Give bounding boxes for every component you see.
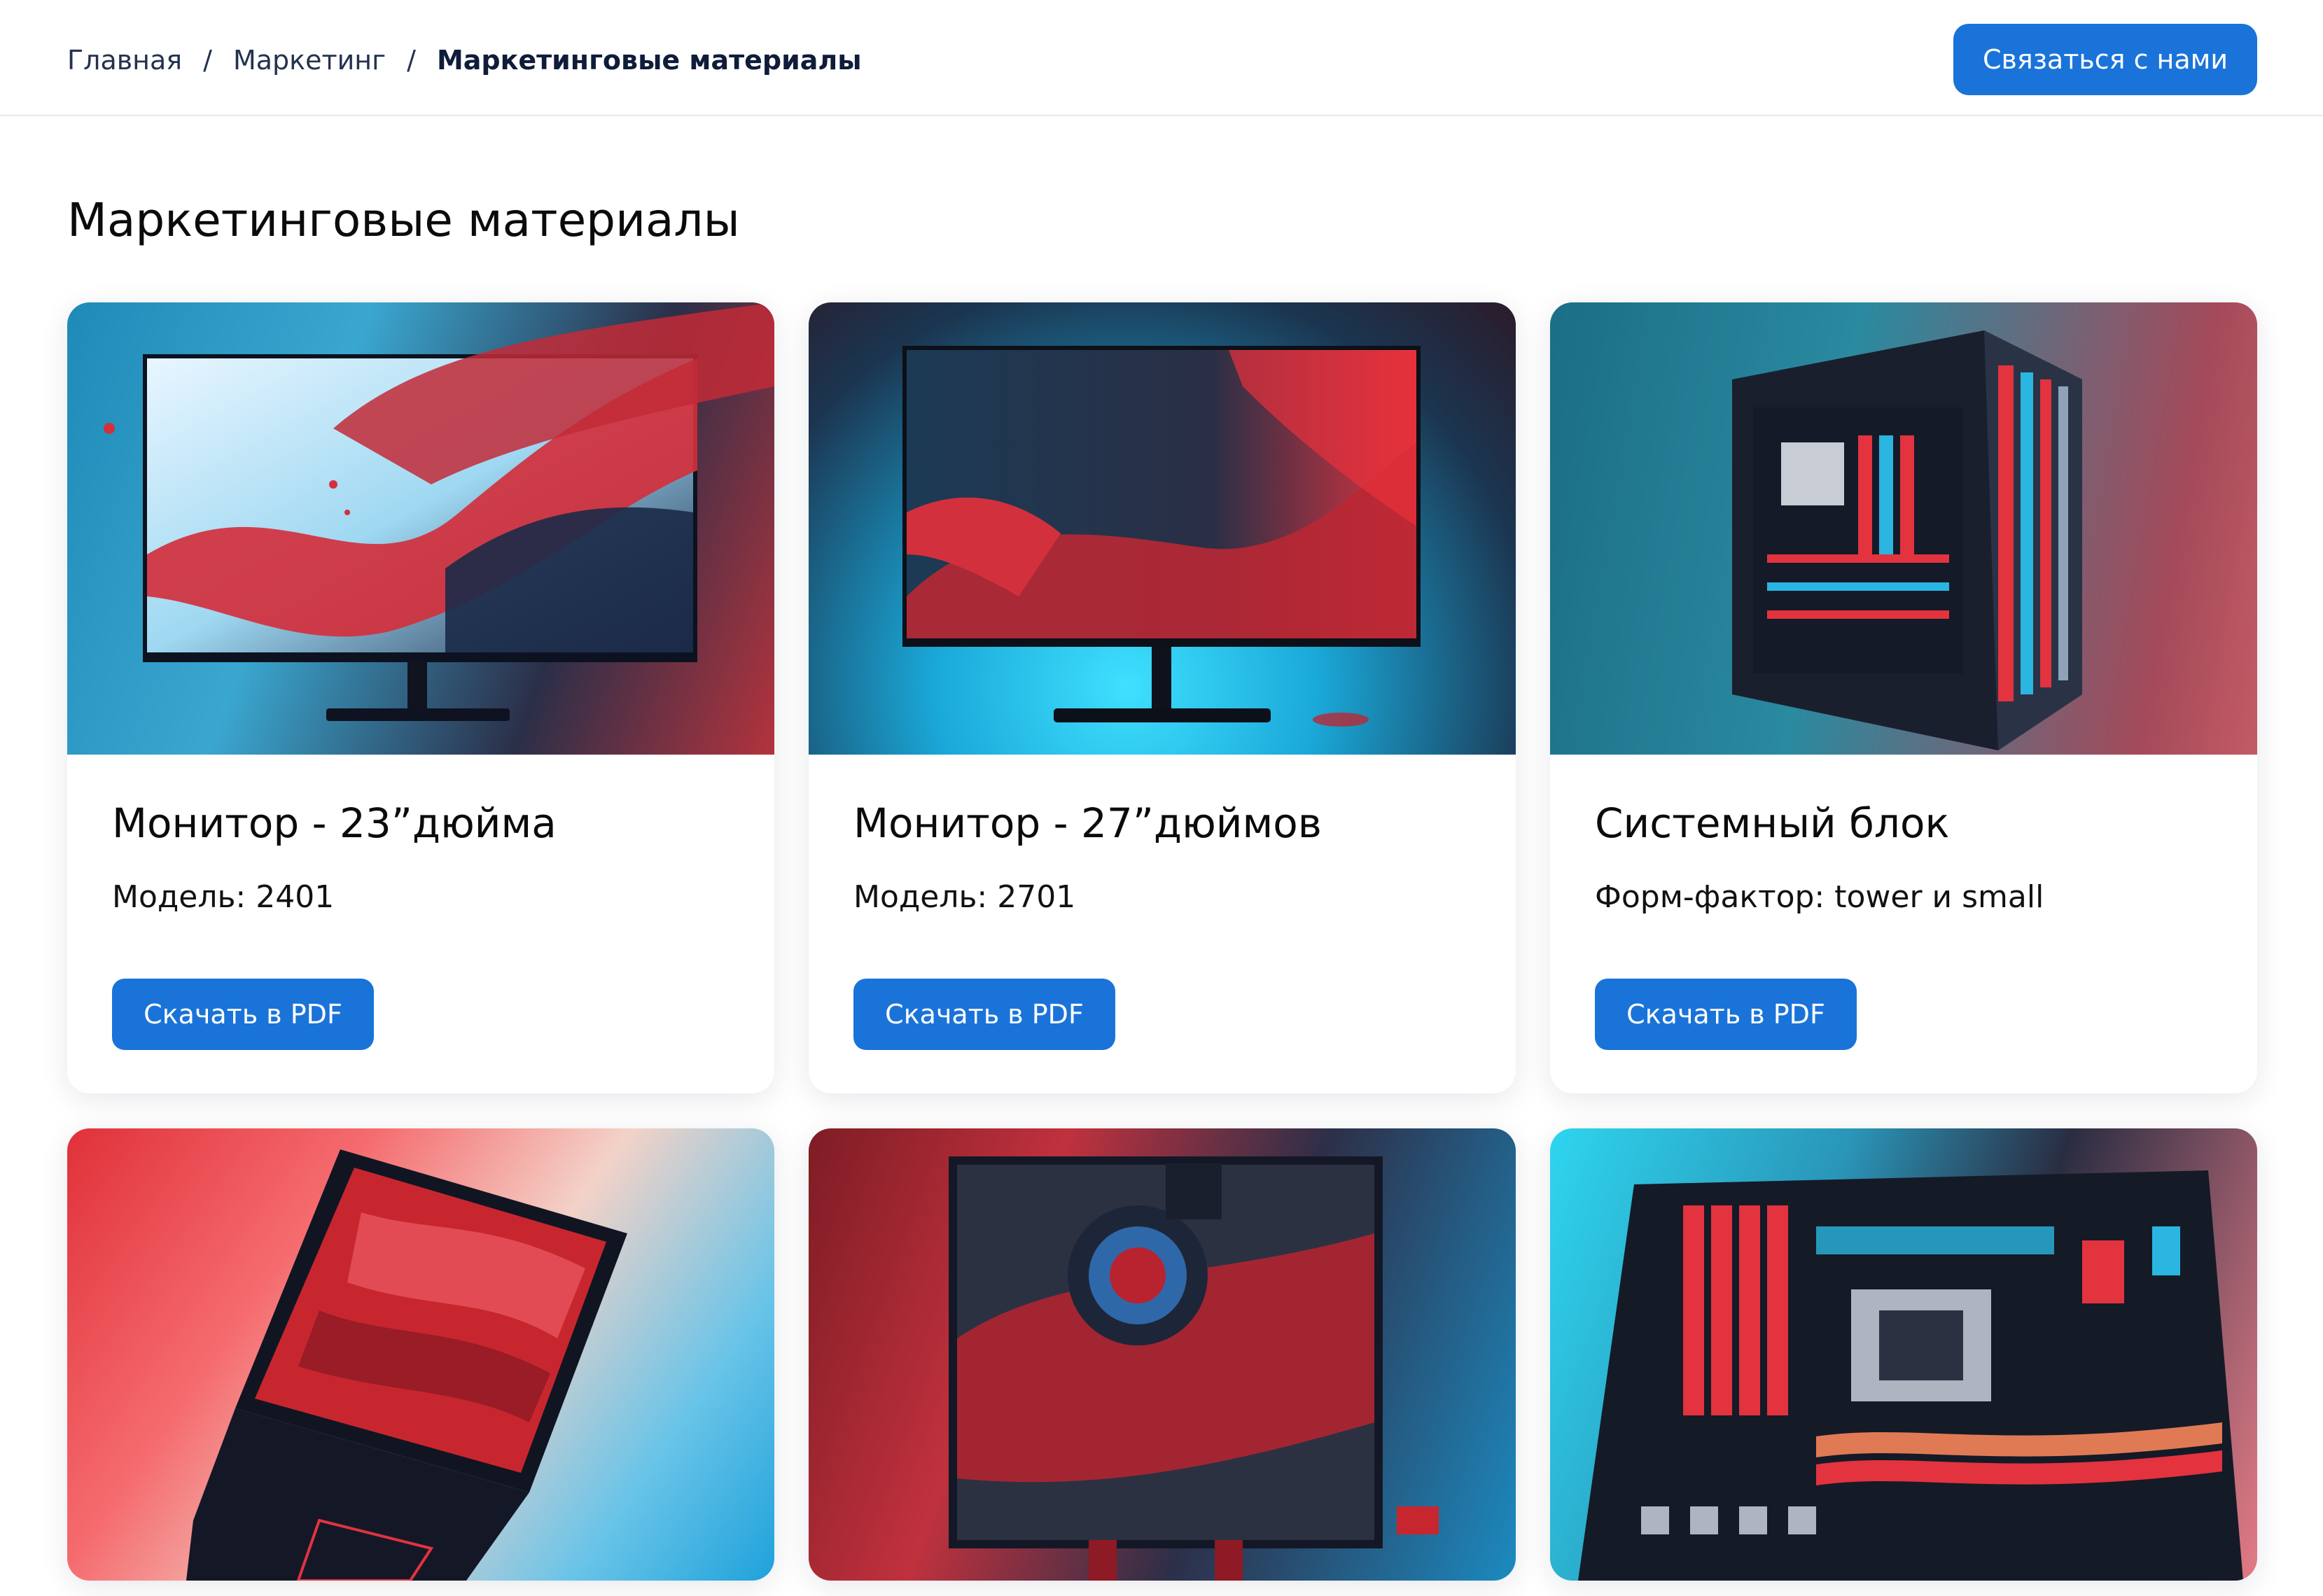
breadcrumb-marketing[interactable]: Маркетинг — [233, 45, 386, 76]
monitor-image — [809, 1128, 1516, 1581]
laptop-illustration — [186, 1149, 627, 1581]
download-pdf-button[interactable]: Скачать в PDF — [112, 979, 374, 1050]
product-card — [1550, 1128, 2257, 1581]
laptop-image — [67, 1128, 774, 1581]
product-card: Системный блок Форм-фактор: tower и smal… — [1550, 302, 2257, 1093]
monitor-23-image — [67, 302, 774, 755]
product-card: Монитор - 27”дюймов Модель: 2701 Скачать… — [809, 302, 1516, 1093]
card-subtitle: Модель: 2401 — [112, 879, 335, 915]
page-title: Маркетинговые материалы — [67, 193, 740, 247]
breadcrumb-separator: / — [203, 45, 212, 76]
card-title: Монитор - 27”дюймов — [853, 799, 1322, 847]
product-card — [809, 1128, 1516, 1581]
download-pdf-button[interactable]: Скачать в PDF — [1595, 979, 1857, 1050]
breadcrumb-current: Маркетинговые материалы — [436, 45, 862, 76]
product-card: Монитор - 23”дюйма Модель: 2401 Скачать … — [67, 302, 774, 1093]
card-body: Монитор - 23”дюйма Модель: 2401 Скачать … — [67, 755, 774, 1093]
top-bar: Главная / Маркетинг / Маркетинговые мате… — [0, 0, 2323, 116]
card-body: Монитор - 27”дюймов Модель: 2701 Скачать… — [809, 755, 1516, 1093]
card-body: Системный блок Форм-фактор: tower и smal… — [1550, 755, 2257, 1093]
breadcrumb-home[interactable]: Главная — [67, 45, 182, 76]
card-title: Монитор - 23”дюйма — [112, 799, 557, 847]
monitor-27-image — [809, 302, 1516, 755]
motherboard-illustration — [1578, 1170, 2243, 1581]
monitor-illustration — [104, 302, 774, 721]
pc-case-illustration — [1732, 330, 2082, 750]
breadcrumb: Главная / Маркетинг / Маркетинговые мате… — [67, 41, 862, 80]
breadcrumb-separator: / — [407, 45, 416, 76]
motherboard-image — [1550, 1128, 2257, 1581]
card-title: Системный блок — [1595, 799, 1950, 847]
card-subtitle: Модель: 2701 — [853, 879, 1076, 915]
product-card — [67, 1128, 774, 1581]
card-subtitle: Форм-фактор: tower и small — [1595, 879, 2044, 915]
download-pdf-button[interactable]: Скачать в PDF — [853, 979, 1115, 1050]
monitor-illustration — [902, 346, 1421, 727]
system-unit-image — [1550, 302, 2257, 755]
monitor-illustration — [949, 1156, 1439, 1581]
contact-us-button[interactable]: Связаться с нами — [1953, 24, 2257, 95]
